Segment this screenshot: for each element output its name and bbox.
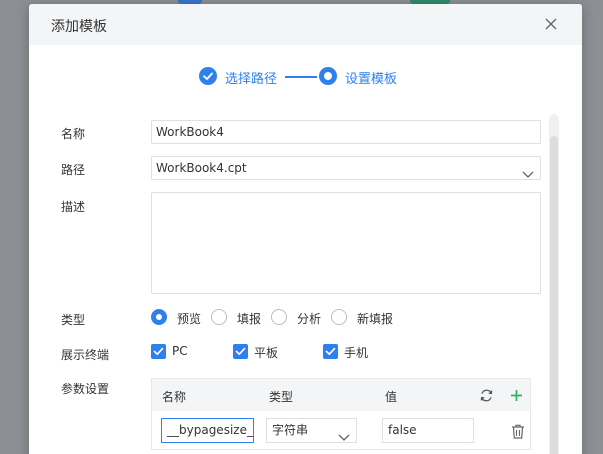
- description-textarea[interactable]: [151, 192, 541, 294]
- name-input-value: WorkBook4: [156, 125, 224, 139]
- param-name-value: __bypagesize__: [167, 423, 254, 437]
- path-select[interactable]: WorkBook4.cpt: [151, 156, 541, 180]
- params-label: 参数设置: [61, 382, 110, 396]
- step-done-check-icon: [199, 67, 217, 85]
- checkbox-checked-icon: [323, 344, 338, 359]
- scrollbar-thumb[interactable]: [550, 136, 558, 454]
- name-input[interactable]: WorkBook4: [151, 120, 541, 144]
- param-type-select[interactable]: 字符串: [266, 418, 357, 443]
- radio-checked-icon: [151, 309, 167, 325]
- step-connector: [285, 76, 317, 78]
- step-label-select-path: 选择路径: [225, 72, 278, 87]
- checkbox-label: 平板: [254, 346, 279, 360]
- radio-label: 新填报: [357, 312, 394, 326]
- chevron-down-icon: [338, 427, 350, 442]
- path-label: 路径: [61, 163, 86, 177]
- param-value-input[interactable]: false: [382, 418, 474, 443]
- checkbox-label: 手机: [344, 346, 369, 360]
- step-indicator: 选择路径 设置模板: [29, 67, 582, 89]
- name-label: 名称: [61, 127, 86, 141]
- param-name-input[interactable]: __bypagesize__: [161, 418, 254, 443]
- checkbox-label: PC: [172, 344, 188, 358]
- checkbox-checked-icon: [151, 344, 166, 359]
- scrollbar[interactable]: [549, 114, 559, 454]
- description-label: 描述: [61, 200, 86, 214]
- param-table: 名称 类型 值 __bypagesize__ 字符串 false: [151, 378, 531, 450]
- radio-label: 预览: [177, 312, 202, 326]
- refresh-icon[interactable]: [479, 388, 494, 403]
- param-value-text: false: [388, 423, 417, 437]
- dialog-title: 添加模板: [51, 19, 107, 35]
- chevron-down-icon: [522, 164, 534, 186]
- type-label: 类型: [61, 313, 86, 327]
- param-header-value: 值: [385, 390, 398, 404]
- terminal-label: 展示终端: [61, 348, 110, 362]
- trash-icon[interactable]: [511, 424, 525, 439]
- checkbox-checked-icon: [233, 344, 248, 359]
- radio-label: 填报: [237, 312, 262, 326]
- path-select-value: WorkBook4.cpt: [156, 161, 247, 175]
- param-type-value: 字符串: [272, 423, 309, 437]
- step-label-set-template: 设置模板: [345, 72, 398, 87]
- add-template-dialog: 添加模板 选择路径 设置模板 名称 WorkBook4 路径 WorkBook4…: [29, 4, 582, 454]
- param-table-header: 名称 类型 值: [152, 379, 530, 411]
- param-header-type: 类型: [269, 390, 294, 404]
- param-header-name: 名称: [162, 390, 187, 404]
- radio-unchecked-icon: [271, 309, 287, 325]
- close-icon[interactable]: [543, 16, 559, 32]
- radio-unchecked-icon: [211, 309, 227, 325]
- dialog-header: 添加模板: [29, 4, 582, 45]
- step-current-icon: [319, 67, 337, 85]
- plus-icon[interactable]: [509, 388, 524, 403]
- radio-label: 分析: [297, 312, 322, 326]
- radio-unchecked-icon: [331, 309, 347, 325]
